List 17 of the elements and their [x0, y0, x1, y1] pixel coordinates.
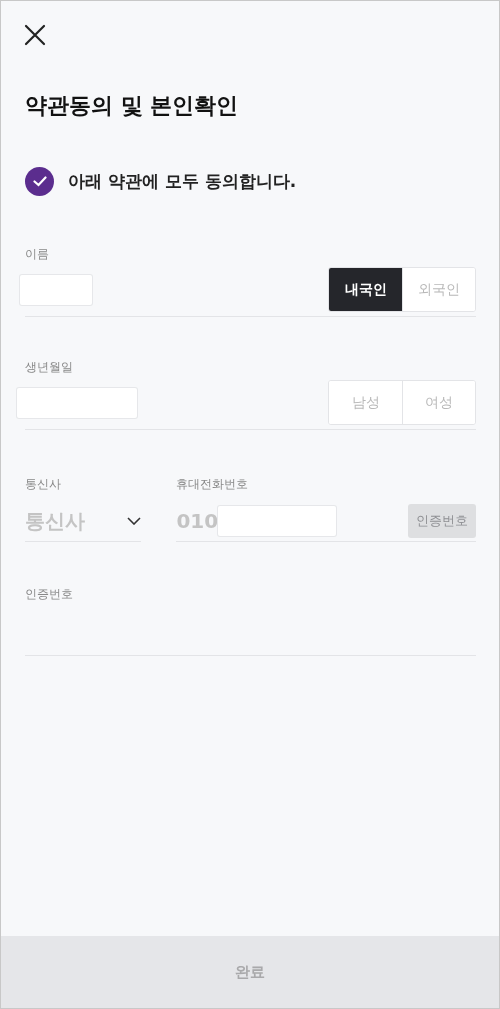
field-label: 휴대전화번호 — [176, 476, 250, 493]
field-label: 이름 — [25, 246, 50, 263]
name-field[interactable] — [20, 274, 92, 305]
phone-field[interactable] — [218, 506, 337, 536]
field-label: 통신사 — [25, 476, 62, 493]
field-label: 인증번호 — [25, 586, 74, 603]
check-icon — [32, 176, 47, 187]
agree-checkbox[interactable] — [25, 167, 54, 196]
chevron-down-icon — [127, 517, 142, 525]
close-icon[interactable] — [23, 23, 47, 47]
birthdate-field[interactable] — [17, 387, 137, 418]
toggle-option[interactable]: 여성 — [402, 381, 475, 424]
field-label: 생년월일 — [25, 359, 74, 376]
agree-label: 아래 약관에 모두 동의합니다. — [68, 170, 297, 193]
toggle-option[interactable]: 외국인 — [402, 268, 475, 311]
toggle-option[interactable]: 내국인 — [329, 268, 402, 311]
page-title: 약관동의 및 본인확인 — [25, 92, 240, 120]
